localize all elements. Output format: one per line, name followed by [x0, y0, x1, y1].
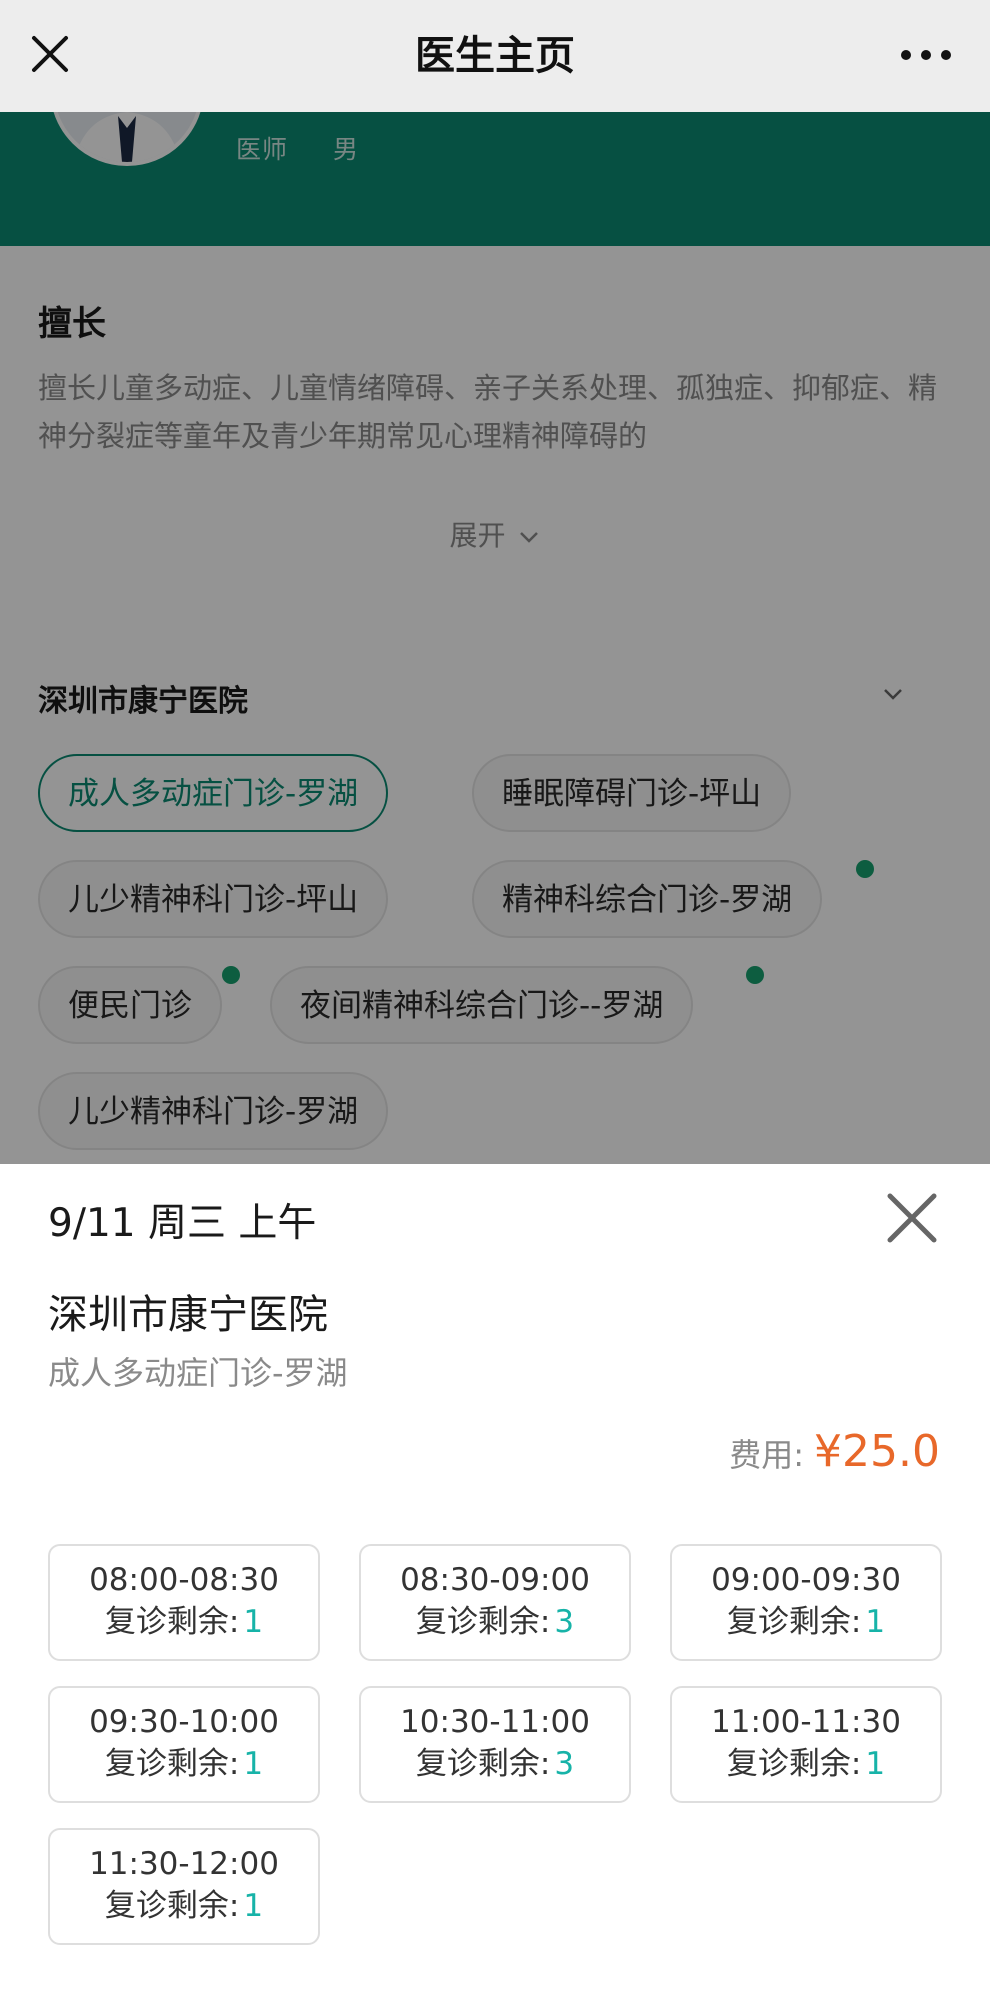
slot-remaining: 复诊剩余: 1 [50, 1600, 318, 1644]
remaining-label: 复诊剩余: [415, 1604, 551, 1640]
fee-label: 费用: [729, 1436, 805, 1474]
slot-remaining: 复诊剩余: 3 [361, 1742, 629, 1786]
time-slot[interactable]: 09:00-09:30 复诊剩余: 1 [670, 1544, 942, 1661]
schedule-date: 9/11 周三 上午 [48, 1201, 317, 1246]
time-slot[interactable]: 08:30-09:00 复诊剩余: 3 [359, 1544, 631, 1661]
slot-time: 09:00-09:30 [711, 1562, 901, 1598]
remaining-count: 1 [865, 1746, 886, 1782]
fee: 费用: ¥25.0 [729, 1426, 940, 1477]
remaining-count: 1 [243, 1746, 264, 1782]
time-slot[interactable]: 08:00-08:30 复诊剩余: 1 [48, 1544, 320, 1661]
remaining-count: 1 [865, 1604, 886, 1640]
time-slot[interactable]: 10:30-11:00 复诊剩余: 3 [359, 1686, 631, 1803]
remaining-label: 复诊剩余: [104, 1604, 240, 1640]
slot-remaining: 复诊剩余: 1 [50, 1742, 318, 1786]
slot-remaining: 复诊剩余: 1 [672, 1600, 940, 1644]
fee-value: ¥25.0 [814, 1426, 940, 1477]
slot-time: 11:00-11:30 [711, 1704, 901, 1740]
time-slot[interactable]: 09:30-10:00 复诊剩余: 1 [48, 1686, 320, 1803]
remaining-count: 1 [243, 1888, 264, 1924]
remaining-label: 复诊剩余: [104, 1888, 240, 1924]
slot-remaining: 复诊剩余: 1 [50, 1884, 318, 1928]
slot-time: 08:00-08:30 [89, 1562, 279, 1598]
remaining-label: 复诊剩余: [415, 1746, 551, 1782]
slot-time: 10:30-11:00 [400, 1704, 590, 1740]
page-title: 医生主页 [415, 33, 575, 79]
sheet-hospital-name: 深圳市康宁医院 [48, 1292, 328, 1338]
time-slot[interactable]: 11:00-11:30 复诊剩余: 1 [670, 1686, 942, 1803]
remaining-count: 1 [243, 1604, 264, 1640]
slot-time: 09:30-10:00 [89, 1704, 279, 1740]
sheet-clinic-name: 成人多动症门诊-罗湖 [48, 1354, 348, 1392]
slot-time: 08:30-09:00 [400, 1562, 590, 1598]
close-icon[interactable] [26, 28, 74, 80]
remaining-count: 3 [554, 1604, 575, 1640]
remaining-count: 3 [554, 1746, 575, 1782]
schedule-sheet: 9/11 周三 上午 深圳市康宁医院 成人多动症门诊-罗湖 费用: ¥25.0 0… [0, 1164, 990, 1999]
slot-remaining: 复诊剩余: 1 [672, 1742, 940, 1786]
slot-time: 11:30-12:00 [89, 1846, 279, 1882]
remaining-label: 复诊剩余: [726, 1604, 862, 1640]
time-slot[interactable]: 11:30-12:00 复诊剩余: 1 [48, 1828, 320, 1945]
more-icon[interactable] [898, 38, 954, 72]
nav-bar: 医生主页 [0, 0, 990, 112]
remaining-label: 复诊剩余: [104, 1746, 240, 1782]
close-icon[interactable] [880, 1186, 944, 1250]
slot-remaining: 复诊剩余: 3 [361, 1600, 629, 1644]
remaining-label: 复诊剩余: [726, 1746, 862, 1782]
